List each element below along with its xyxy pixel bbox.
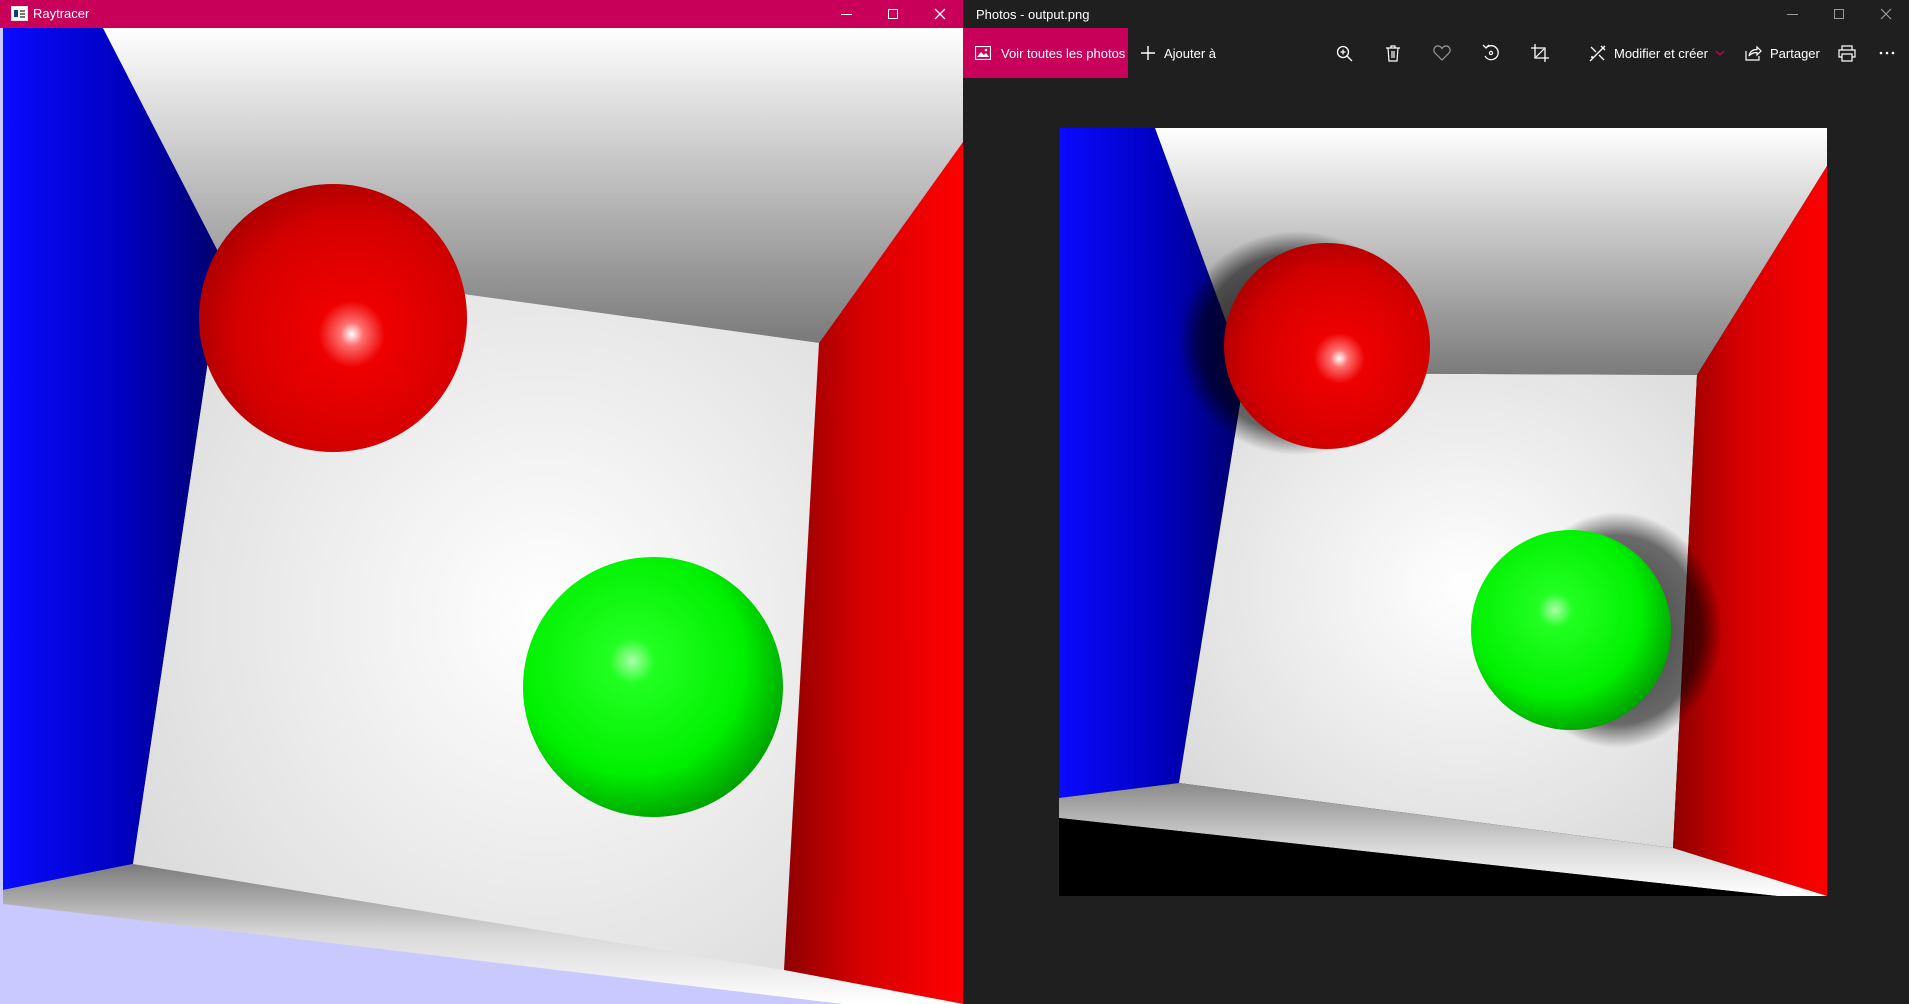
photos-maximize-button[interactable] [1816, 0, 1862, 28]
minimize-button[interactable] [823, 0, 869, 28]
heart-icon [1433, 45, 1451, 61]
crop-icon [1531, 44, 1549, 62]
green-sphere [523, 557, 783, 817]
red-sphere [199, 184, 467, 452]
photo-red-sphere [1224, 243, 1430, 449]
photos-window-title: Photos - output.png [976, 7, 1090, 22]
edit-create-icon [1589, 45, 1606, 61]
print-icon [1838, 44, 1856, 62]
delete-button[interactable] [1380, 28, 1406, 78]
edit-create-label: Modifier et créer [1614, 45, 1708, 61]
photos-minimize-button[interactable] [1769, 0, 1815, 28]
rotate-icon [1482, 44, 1499, 61]
plus-icon [1141, 46, 1155, 60]
favorite-button[interactable] [1429, 28, 1455, 78]
close-icon [934, 8, 946, 20]
photos-titlebar[interactable]: Photos - output.png [963, 0, 1909, 28]
add-to-button[interactable]: Ajouter à [1140, 28, 1216, 78]
photos-window: Photos - output.png Voir toutes les phot… [963, 0, 1909, 1004]
print-button[interactable] [1834, 28, 1860, 78]
raytracer-window-title: Raytracer [33, 6, 90, 21]
see-all-photos-button[interactable]: Voir toutes les photos [963, 28, 1128, 78]
raytracer-render-canvas [3, 28, 963, 1004]
raytracer-window: Raytracer [0, 0, 963, 1004]
zoom-in-icon [1336, 45, 1352, 61]
app-window-icon [11, 6, 28, 21]
photos-toolbar: Voir toutes les photos Ajouter à Modifie… [963, 28, 1909, 78]
photo-green-sphere [1471, 530, 1671, 730]
crop-button[interactable] [1527, 28, 1553, 78]
close-icon [1880, 8, 1892, 20]
chevron-down-icon [1715, 50, 1725, 56]
see-all-photos-label: Voir toutes les photos [1001, 45, 1126, 61]
edit-create-button[interactable]: Modifier et créer [1589, 28, 1725, 78]
raytracer-titlebar[interactable]: Raytracer [0, 0, 963, 28]
photo-gallery-icon [975, 46, 991, 60]
photos-close-button[interactable] [1863, 0, 1909, 28]
more-icon [1879, 51, 1895, 55]
more-options-button[interactable] [1874, 28, 1900, 78]
share-button[interactable]: Partager [1745, 28, 1820, 78]
maximize-button[interactable] [870, 0, 916, 28]
add-to-label: Ajouter à [1164, 45, 1217, 61]
rotate-button[interactable] [1478, 28, 1504, 78]
share-label: Partager [1770, 45, 1820, 61]
close-button[interactable] [917, 0, 963, 28]
delete-icon [1386, 44, 1400, 62]
photo-viewer-image [1059, 128, 1827, 896]
share-icon [1745, 45, 1762, 61]
zoom-in-button[interactable] [1331, 28, 1357, 78]
